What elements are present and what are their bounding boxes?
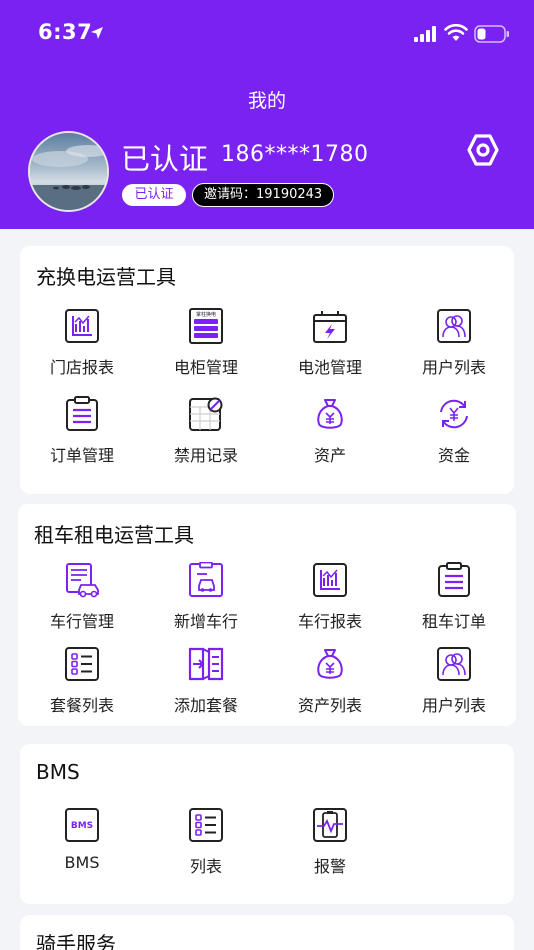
tool-label: 车行报表 bbox=[297, 612, 362, 631]
order-icon bbox=[66, 396, 98, 431]
battery-manage-icon bbox=[313, 311, 347, 343]
tool-label: BMS bbox=[64, 853, 100, 872]
tool-order-manage[interactable]: 订单管理 bbox=[20, 396, 144, 476]
profile-header: 6:37 我的 已认证 186****1780 已认证 邀请码：19190243 bbox=[0, 0, 534, 229]
tool-battery-manage[interactable]: 电池管理 bbox=[268, 308, 392, 388]
tool-disable-record[interactable]: 禁用记录 bbox=[144, 396, 268, 476]
tool-label: 添加套餐 bbox=[173, 696, 238, 715]
tool-grid: 门店报表 掌柱换电 电柜管理 电池管理 用户列表 订单管理 禁用记录 资产 资金 bbox=[20, 246, 514, 494]
battery-icon bbox=[474, 25, 509, 43]
tool-package-list[interactable]: 套餐列表 bbox=[20, 646, 144, 726]
cellular-signal-icon bbox=[414, 26, 436, 42]
tool-label: 用户列表 bbox=[421, 696, 486, 715]
status-bar: 6:37 bbox=[0, 0, 534, 66]
rental-order-icon bbox=[438, 562, 470, 597]
tool-user-list[interactable]: 用户列表 bbox=[392, 646, 516, 726]
tool-add-dealer[interactable]: 新增车行 bbox=[144, 562, 268, 642]
tool-label: 禁用记录 bbox=[173, 446, 238, 465]
dealer-report-icon bbox=[313, 563, 347, 597]
tool-asset-list[interactable]: 资产列表 bbox=[268, 646, 392, 726]
user-list-icon bbox=[437, 647, 471, 681]
asset-bag-icon bbox=[317, 399, 343, 429]
avatar-image bbox=[30, 133, 107, 210]
tool-dealer-report[interactable]: 车行报表 bbox=[268, 562, 392, 642]
tool-add-package[interactable]: 添加套餐 bbox=[144, 646, 268, 726]
tool-dealer-manage[interactable]: 车行管理 bbox=[20, 562, 144, 642]
status-time: 6:37 bbox=[38, 20, 93, 44]
tool-grid: BMS BMS 列表 报警 bbox=[20, 744, 514, 904]
tool-cabinet-manage[interactable]: 掌柱换电 电柜管理 bbox=[144, 308, 268, 388]
tool-label: 电柜管理 bbox=[173, 358, 238, 377]
section-charging-tools: 充换电运营工具 门店报表 掌柱换电 电柜管理 电池管理 用户列表 订单管理 禁用… bbox=[20, 246, 514, 494]
tool-label: 套餐列表 bbox=[49, 696, 114, 715]
svg-text:掌柱换电: 掌柱换电 bbox=[196, 311, 216, 318]
tool-funds[interactable]: 资金 bbox=[392, 396, 516, 476]
package-list-icon bbox=[65, 647, 99, 681]
section-title: 骑手服务 bbox=[36, 932, 116, 950]
page-title: 我的 bbox=[247, 90, 286, 112]
disable-record-icon bbox=[189, 397, 223, 431]
dealer-manage-icon bbox=[66, 563, 99, 598]
svg-text:BMS: BMS bbox=[71, 821, 93, 831]
alarm-icon bbox=[313, 808, 347, 842]
tool-rental-order[interactable]: 租车订单 bbox=[392, 562, 516, 642]
tool-user-list[interactable]: 用户列表 bbox=[392, 308, 516, 388]
tool-label: 资产 bbox=[313, 446, 346, 465]
tool-label: 列表 bbox=[189, 857, 222, 876]
tool-label: 资金 bbox=[437, 446, 470, 465]
tool-label: 用户列表 bbox=[421, 358, 486, 377]
username: 已认证 bbox=[121, 142, 209, 176]
tool-label: 租车订单 bbox=[421, 612, 486, 631]
verified-badge: 已认证 bbox=[121, 183, 187, 207]
avatar[interactable] bbox=[28, 131, 109, 212]
user-list-icon bbox=[437, 309, 471, 343]
add-package-icon bbox=[188, 647, 224, 681]
asset-list-icon bbox=[317, 649, 343, 679]
tool-bms[interactable]: BMS BMS bbox=[20, 807, 144, 887]
wifi-icon bbox=[444, 24, 468, 41]
tool-label: 门店报表 bbox=[49, 358, 114, 377]
tool-store-report[interactable]: 门店报表 bbox=[20, 308, 144, 388]
section-rider-service: 骑手服务 bbox=[20, 915, 514, 950]
tool-label: 订单管理 bbox=[49, 446, 114, 465]
store-report-icon bbox=[65, 309, 99, 343]
tool-alarm[interactable]: 报警 bbox=[268, 807, 392, 887]
settings-gear-icon[interactable] bbox=[465, 132, 501, 168]
invite-code-badge[interactable]: 邀请码：19190243 bbox=[192, 183, 335, 207]
tool-label: 电池管理 bbox=[297, 358, 362, 377]
section-bms: BMS BMS BMS 列表 报警 bbox=[20, 744, 514, 904]
tool-asset[interactable]: 资产 bbox=[268, 396, 392, 476]
tool-label: 车行管理 bbox=[49, 612, 114, 631]
add-dealer-icon bbox=[189, 562, 223, 597]
tool-list[interactable]: 列表 bbox=[144, 807, 268, 887]
tool-label: 新增车行 bbox=[173, 612, 238, 631]
list-icon bbox=[189, 808, 223, 842]
funds-icon bbox=[440, 399, 468, 429]
section-rental-tools: 租车租电运营工具 车行管理 新增车行 车行报表 租车订单 套餐列表 添加套餐 资… bbox=[18, 504, 516, 726]
tool-grid: 车行管理 新增车行 车行报表 租车订单 套餐列表 添加套餐 资产列表 用户列表 bbox=[18, 504, 512, 726]
cabinet-icon: 掌柱换电 bbox=[189, 308, 223, 344]
tool-label: 资产列表 bbox=[297, 696, 362, 715]
tool-label: 报警 bbox=[313, 857, 346, 876]
phone-number: 186****1780 bbox=[221, 142, 369, 167]
bms-icon: BMS bbox=[65, 808, 99, 842]
location-arrow-icon bbox=[91, 27, 103, 39]
